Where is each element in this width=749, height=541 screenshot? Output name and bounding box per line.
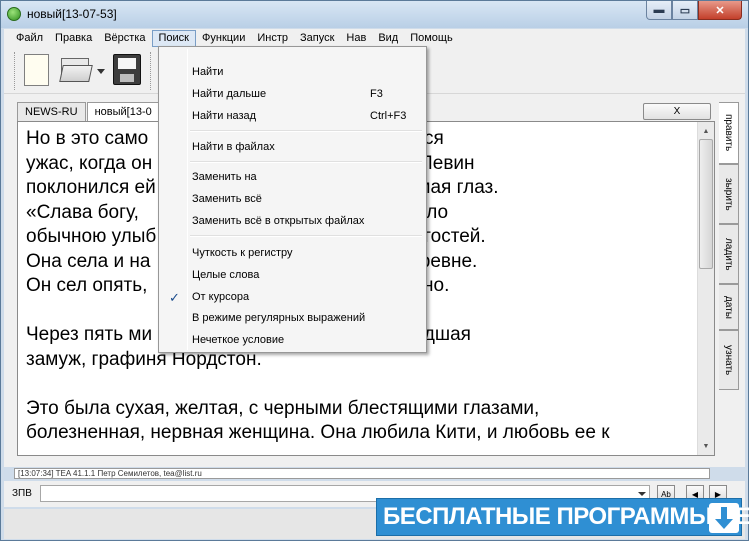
window-title: новый[13-07-53] (27, 7, 117, 21)
menu-item-fuzzy[interactable]: Нечеткое условие (161, 330, 424, 350)
minimize-button[interactable]: ▬ (646, 1, 672, 20)
menu-item-from-cursor[interactable]: ✓ От курсора (161, 287, 424, 307)
menu-item-shortcut: Ctrl+F3 (370, 110, 407, 122)
window-controls: ▬ ▭ ✕ (646, 1, 742, 21)
menu-item-label: От курсора (192, 291, 250, 303)
menu-separator (190, 130, 422, 132)
side-tab-edit[interactable]: править (719, 102, 739, 164)
menu-item-replace-all[interactable]: Заменить всё (161, 189, 424, 209)
side-tab-label: править (723, 114, 734, 152)
menu-separator (190, 235, 422, 237)
menu-search[interactable]: Поиск (151, 30, 196, 47)
open-folder-icon[interactable] (59, 58, 93, 83)
paragraph: Это была сухая, желтая, с черными блестя… (26, 397, 610, 444)
watermark-banner: БЕСПЛАТНЫЕ ПРОГРАММЫ.NET (376, 498, 749, 536)
menu-item-find-in-files[interactable]: Найти в файлах (161, 137, 424, 157)
menu-edit[interactable]: Правка (49, 30, 98, 47)
fif-label: ЗПВ (12, 488, 32, 499)
close-icon: ✕ (715, 4, 725, 17)
title-bar: новый[13-07-53] ▬ ▭ ✕ (1, 1, 748, 28)
menu-file[interactable]: Файл (10, 30, 49, 47)
menu-item-find-prev[interactable]: Найти назад Ctrl+F3 (161, 106, 424, 126)
menu-item-regex-mode[interactable]: В режиме регулярных выражений (161, 308, 424, 328)
menu-separator (190, 161, 422, 163)
menu-item-replace-with[interactable]: Заменить на (161, 167, 424, 187)
checkmark-icon: ✓ (169, 290, 180, 305)
menu-item-label: Найти (192, 66, 224, 78)
scroll-up-icon[interactable]: ▲ (698, 124, 714, 138)
side-tab-label: зырить (723, 177, 734, 211)
scrollbar-thumb[interactable] (699, 139, 713, 269)
menu-run[interactable]: Запуск (294, 30, 340, 47)
search-menu: Найти Найти дальше F3 Найти назад Ctrl+F3 … (158, 46, 427, 353)
menu-item-label: Найти в файлах (192, 141, 275, 153)
menu-item-shortcut: F3 (370, 88, 383, 100)
menu-item-case-sensitive[interactable]: Чуткость к регистру (161, 243, 424, 263)
maximize-button[interactable]: ▭ (672, 1, 698, 20)
menu-item-label: Найти назад (192, 110, 257, 122)
open-recent-dropdown-icon[interactable] (97, 69, 105, 74)
new-file-icon[interactable] (24, 54, 49, 86)
menu-item-replace-all-open[interactable]: Заменить всё в открытых файлах (161, 211, 424, 231)
side-tabs: править зырить ладить даты узнать (715, 102, 741, 402)
download-arrow-icon (709, 503, 739, 533)
side-tab-learn[interactable]: узнать (719, 330, 739, 390)
vertical-scrollbar[interactable]: ▲ ▼ (697, 122, 714, 455)
menu-functions[interactable]: Функции (196, 30, 251, 47)
menu-view[interactable]: Вид (372, 30, 404, 47)
log-line: [13:07:34] TEA 41.1.1 Петр Семилетов, te… (14, 468, 710, 479)
minimize-icon: ▬ (653, 4, 665, 16)
document-tabs: NEWS-RU новый[13-0 (17, 102, 161, 122)
menu-item-label: Заменить всё (192, 193, 262, 205)
toolbar-separator (150, 52, 152, 90)
menu-tools[interactable]: Инстр (251, 30, 294, 47)
app-icon (7, 7, 21, 21)
side-tab-view[interactable]: зырить (719, 164, 739, 224)
side-tab-tune[interactable]: ладить (719, 224, 739, 284)
close-window-button[interactable]: ✕ (698, 1, 742, 20)
maximize-icon: ▭ (679, 4, 691, 17)
menu-item-find[interactable]: Найти (161, 62, 424, 82)
menu-item-label: Целые слова (192, 269, 260, 281)
menu-item-label: Заменить всё в открытых файлах (192, 215, 365, 227)
side-tab-label: даты (723, 295, 734, 319)
menu-help[interactable]: Помощь (404, 30, 459, 47)
menu-item-label: Чуткость к регистру (192, 247, 293, 259)
toolbar-grip (14, 52, 16, 90)
side-tab-label: узнать (723, 344, 734, 376)
side-tab-dates[interactable]: даты (719, 284, 739, 330)
fif-dropdown-icon[interactable] (638, 492, 646, 496)
close-tab-button[interactable]: X (643, 103, 711, 120)
tab-news-ru[interactable]: NEWS-RU (17, 102, 86, 121)
side-tab-label: ладить (723, 237, 734, 271)
menu-markup[interactable]: Вёрстка (98, 30, 151, 47)
menu-item-label: Найти дальше (192, 88, 267, 100)
menu-item-find-next[interactable]: Найти дальше F3 (161, 84, 424, 104)
menu-item-label: Нечеткое условие (192, 334, 285, 346)
tab-new-document[interactable]: новый[13-0 (86, 102, 160, 122)
scroll-down-icon[interactable]: ▼ (698, 439, 714, 453)
save-icon[interactable] (113, 54, 141, 85)
menu-item-whole-words[interactable]: Целые слова (161, 265, 424, 285)
watermark-text: БЕСПЛАТНЫЕ ПРОГРАММЫ.NET (383, 503, 749, 530)
menu-nav[interactable]: Нав (340, 30, 372, 47)
menu-item-label: В режиме регулярных выражений (192, 312, 366, 324)
menu-item-label: Заменить на (192, 171, 257, 183)
